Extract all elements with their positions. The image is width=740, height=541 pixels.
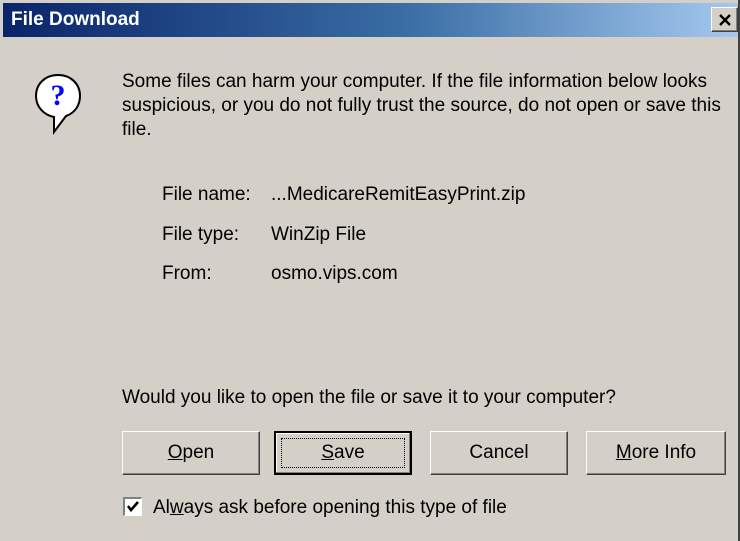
always-ask-checkbox[interactable] bbox=[123, 497, 142, 516]
focus-ring bbox=[281, 438, 405, 468]
label-mnemonic: w bbox=[169, 497, 184, 518]
file-name-value: ...MedicareRemitEasyPrint.zip bbox=[271, 184, 526, 205]
from-label: From: bbox=[162, 263, 212, 284]
close-button[interactable] bbox=[711, 7, 738, 32]
open-or-save-prompt: Would you like to open the file or save … bbox=[122, 387, 616, 408]
file-name-label: File name: bbox=[162, 184, 251, 205]
save-button[interactable]: Save bbox=[274, 431, 412, 475]
close-icon bbox=[718, 13, 731, 26]
more-info-mnemonic: M bbox=[615, 442, 632, 463]
svg-text:?: ? bbox=[51, 79, 66, 112]
always-ask-label[interactable]: Always ask before opening this type of f… bbox=[153, 496, 507, 520]
more-info-button[interactable]: More Info bbox=[586, 431, 726, 475]
label-part: ays ask before opening this type of file bbox=[183, 497, 507, 518]
warning-message: Some files can harm your computer. If th… bbox=[122, 71, 721, 140]
help-question-icon: ? bbox=[34, 73, 82, 135]
cancel-button[interactable]: Cancel bbox=[430, 431, 568, 475]
open-label: pen bbox=[182, 442, 215, 463]
dialog-title: File Download bbox=[11, 9, 140, 30]
checkmark-icon bbox=[126, 501, 139, 513]
more-info-label: ore Info bbox=[631, 442, 697, 463]
file-type-value: WinZip File bbox=[271, 224, 367, 245]
from-value: osmo.vips.com bbox=[271, 263, 398, 284]
cancel-label: Cancel bbox=[469, 442, 529, 463]
file-type-label: File type: bbox=[162, 224, 240, 245]
title-bar[interactable]: File Download bbox=[3, 3, 740, 37]
open-button[interactable]: Open bbox=[122, 431, 260, 475]
label-part: Al bbox=[153, 497, 170, 518]
file-download-dialog: File Download ? Some files can harm your… bbox=[0, 0, 740, 541]
open-mnemonic: O bbox=[167, 442, 183, 463]
